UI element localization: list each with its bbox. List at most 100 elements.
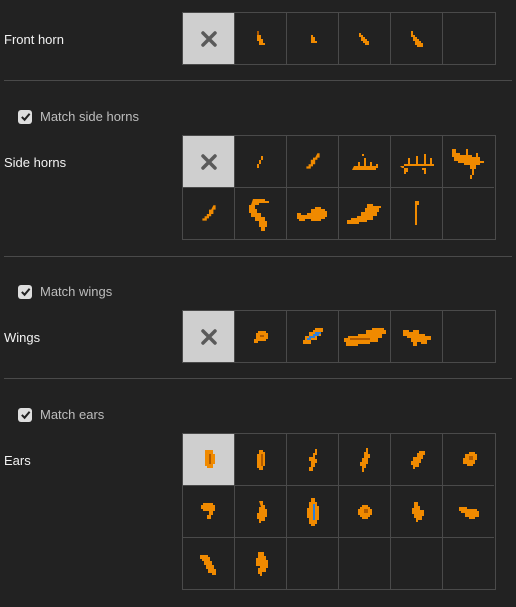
match-side-horns-label: Match side horns bbox=[40, 109, 139, 124]
ear-sprite-icon bbox=[411, 501, 424, 522]
front-horn-sprite-icon bbox=[310, 34, 317, 43]
front-horn-sprite-icon bbox=[358, 32, 369, 45]
side-horns-option-5[interactable] bbox=[443, 136, 494, 188]
ear-sprite-icon bbox=[306, 497, 319, 526]
divider bbox=[4, 80, 512, 81]
side-horn-sprite-icon bbox=[201, 204, 216, 221]
front-horn-label: Front horn bbox=[4, 32, 64, 47]
ears-label: Ears bbox=[4, 453, 31, 468]
x-icon bbox=[200, 328, 217, 345]
ears-option-3[interactable] bbox=[287, 434, 339, 486]
ears-grid bbox=[182, 433, 496, 590]
wings-none-option[interactable] bbox=[183, 311, 235, 362]
side-horns-grid bbox=[182, 135, 496, 240]
x-icon bbox=[200, 30, 217, 47]
side-horns-none-option[interactable] bbox=[183, 136, 235, 188]
side-horn-sprite-icon bbox=[346, 203, 381, 224]
ears-option-11[interactable] bbox=[391, 486, 443, 538]
x-icon bbox=[200, 153, 217, 170]
wings-grid bbox=[182, 310, 496, 363]
ears-option-1[interactable] bbox=[183, 434, 235, 486]
ear-sprite-icon bbox=[255, 551, 268, 576]
ears-option-7[interactable] bbox=[183, 486, 235, 538]
side-horns-option-7[interactable] bbox=[235, 188, 287, 239]
wing-sprite-icon bbox=[253, 330, 268, 343]
side-horn-sprite-icon bbox=[305, 152, 320, 169]
wings-label: Wings bbox=[4, 330, 41, 345]
checkmark-icon bbox=[20, 113, 30, 122]
ear-sprite-icon bbox=[256, 500, 267, 523]
ear-sprite-icon bbox=[359, 447, 370, 472]
wing-sprite-icon bbox=[402, 329, 431, 346]
wings-option-1[interactable] bbox=[235, 311, 287, 362]
front-horn-none-option[interactable] bbox=[183, 13, 235, 64]
ears-empty-cell bbox=[443, 538, 494, 589]
ear-sprite-icon bbox=[462, 451, 477, 466]
ears-empty-cell bbox=[339, 538, 391, 589]
side-horns-empty-cell bbox=[443, 188, 494, 239]
ears-option-10[interactable] bbox=[339, 486, 391, 538]
checkmark-icon bbox=[20, 288, 30, 297]
ears-option-8[interactable] bbox=[235, 486, 287, 538]
ear-sprite-icon bbox=[200, 502, 215, 519]
wing-sprite-icon bbox=[343, 327, 386, 346]
side-horn-sprite-icon bbox=[451, 148, 484, 179]
wings-option-4[interactable] bbox=[391, 311, 443, 362]
side-horns-option-4[interactable] bbox=[391, 136, 443, 188]
wings-empty-cell bbox=[443, 311, 494, 362]
ear-sprite-icon bbox=[357, 504, 372, 519]
ears-option-6[interactable] bbox=[443, 434, 494, 486]
ear-sprite-icon bbox=[458, 506, 479, 519]
side-horns-option-8[interactable] bbox=[287, 188, 339, 239]
ears-option-4[interactable] bbox=[339, 434, 391, 486]
wings-option-3[interactable] bbox=[339, 311, 391, 362]
match-wings-toggle[interactable]: Match wings bbox=[18, 284, 112, 299]
side-horn-sprite-icon bbox=[351, 153, 378, 170]
wings-option-2[interactable] bbox=[287, 311, 339, 362]
front-horn-empty-cell bbox=[443, 13, 494, 64]
ears-option-9[interactable] bbox=[287, 486, 339, 538]
front-horn-grid bbox=[182, 12, 496, 65]
ear-sprite-icon bbox=[256, 449, 265, 470]
match-ears-toggle[interactable]: Match ears bbox=[18, 407, 104, 422]
ear-sprite-icon bbox=[204, 449, 215, 468]
side-horn-sprite-icon bbox=[296, 206, 327, 221]
side-horns-option-3[interactable] bbox=[339, 136, 391, 188]
side-horn-sprite-icon bbox=[256, 155, 263, 168]
divider bbox=[4, 378, 512, 379]
ears-empty-cell bbox=[287, 538, 339, 589]
ear-sprite-icon bbox=[308, 448, 317, 471]
ears-option-14[interactable] bbox=[235, 538, 287, 589]
side-horns-label: Side horns bbox=[4, 155, 67, 170]
checkbox[interactable] bbox=[18, 407, 32, 422]
side-horn-sprite-icon bbox=[399, 153, 434, 174]
front-horn-sprite-icon bbox=[256, 30, 265, 45]
side-horns-option-9[interactable] bbox=[339, 188, 391, 239]
checkbox[interactable] bbox=[18, 284, 32, 299]
front-horn-option-2[interactable] bbox=[287, 13, 339, 64]
side-horns-option-10[interactable] bbox=[391, 188, 443, 239]
ears-option-12[interactable] bbox=[443, 486, 494, 538]
side-horn-sprite-icon bbox=[248, 198, 269, 231]
side-horn-sprite-icon bbox=[414, 200, 419, 225]
wing-sprite-icon bbox=[302, 327, 323, 344]
divider bbox=[4, 256, 512, 257]
ears-option-5[interactable] bbox=[391, 434, 443, 486]
ears-empty-cell bbox=[391, 538, 443, 589]
match-side-horns-toggle[interactable]: Match side horns bbox=[18, 109, 139, 124]
match-wings-label: Match wings bbox=[40, 284, 113, 299]
ear-sprite-icon bbox=[410, 450, 425, 469]
ears-option-13[interactable] bbox=[183, 538, 235, 589]
front-horn-sprite-icon bbox=[410, 30, 423, 47]
side-horns-option-6[interactable] bbox=[183, 188, 235, 239]
match-ears-label: Match ears bbox=[40, 407, 105, 422]
checkbox[interactable] bbox=[18, 109, 32, 124]
side-horns-option-1[interactable] bbox=[235, 136, 287, 188]
ears-option-2[interactable] bbox=[235, 434, 287, 486]
front-horn-option-1[interactable] bbox=[235, 13, 287, 64]
front-horn-option-3[interactable] bbox=[339, 13, 391, 64]
ear-sprite-icon bbox=[199, 554, 216, 575]
checkmark-icon bbox=[20, 411, 30, 420]
front-horn-option-4[interactable] bbox=[391, 13, 443, 64]
side-horns-option-2[interactable] bbox=[287, 136, 339, 188]
